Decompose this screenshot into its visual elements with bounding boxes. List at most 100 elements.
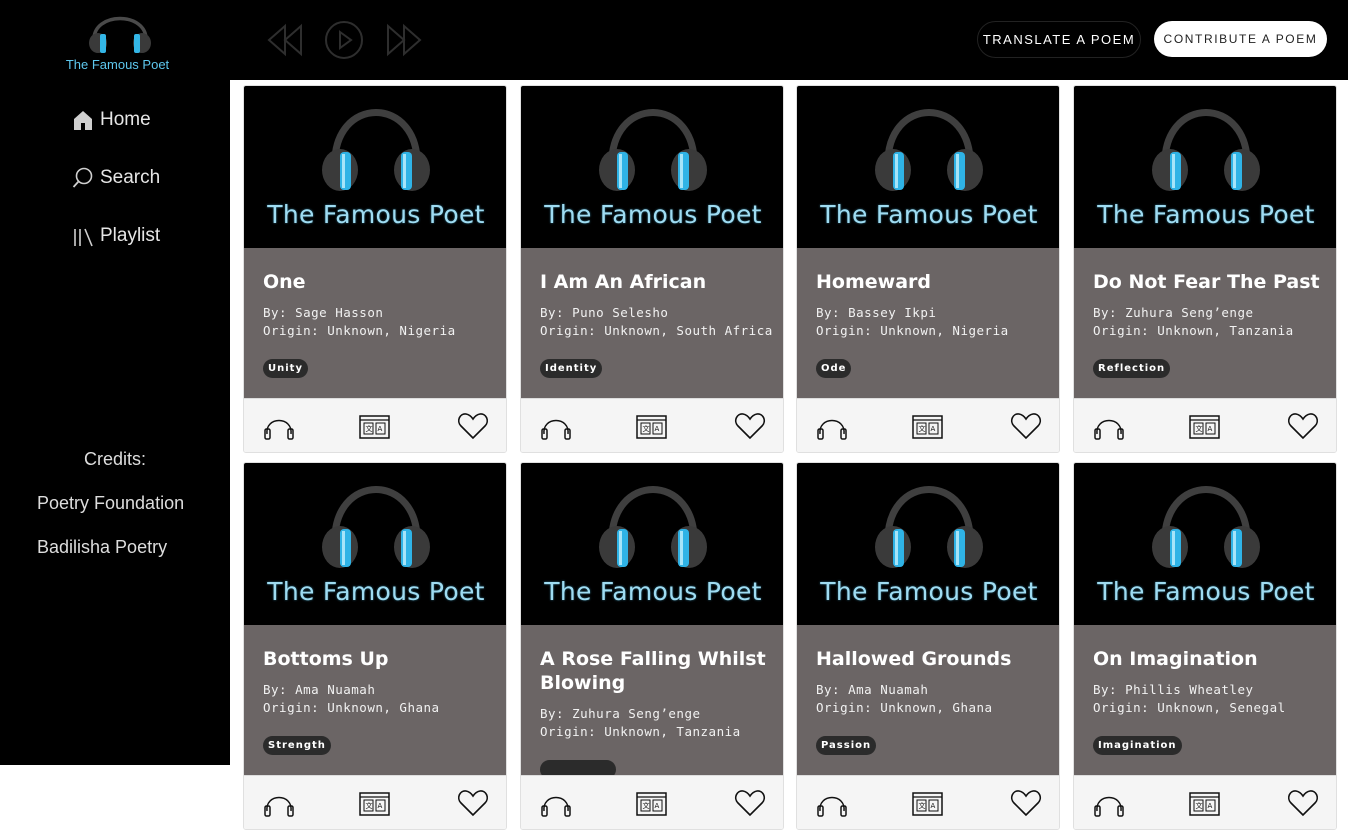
- translate-icon[interactable]: 文 A: [359, 792, 390, 816]
- translate-icon[interactable]: 文 A: [359, 415, 390, 439]
- headphones-cover-icon: [322, 486, 430, 568]
- poem-card[interactable]: The Famous Poet Hallowed Grounds By: Ama…: [796, 462, 1060, 830]
- listen-headphones-icon[interactable]: [263, 414, 295, 440]
- headphones-cover-icon: [875, 486, 983, 568]
- poem-card[interactable]: The Famous Poet I Am An African By: Puno…: [520, 85, 784, 453]
- sidebar: The Famous Poet Home Search Playlist Cre…: [0, 0, 230, 765]
- poem-tag[interactable]: Passion: [816, 736, 877, 755]
- favorite-heart-icon[interactable]: [1010, 789, 1042, 817]
- svg-text:A: A: [1208, 802, 1213, 810]
- poem-card[interactable]: The Famous Poet Do Not Fear The Past By:…: [1073, 85, 1337, 453]
- poem-card[interactable]: The Famous Poet A Rose Falling Whilst Bl…: [520, 462, 784, 830]
- listen-headphones-icon[interactable]: [263, 791, 295, 817]
- translate-icon[interactable]: 文 A: [912, 415, 943, 439]
- app-logo[interactable]: The Famous Poet: [0, 0, 230, 80]
- cover-text: The Famous Poet: [267, 200, 485, 229]
- poem-tag[interactable]: Imagination: [1093, 736, 1182, 755]
- headphones-logo-icon: [89, 16, 151, 53]
- translate-icon[interactable]: 文 A: [1189, 415, 1220, 439]
- headphones-cover-icon: [599, 109, 707, 191]
- poem-tag[interactable]: Reflection: [1093, 359, 1171, 378]
- poem-origin: Origin: Unknown, Tanzania: [1093, 323, 1294, 338]
- headphones-cover-icon: [1152, 486, 1260, 568]
- svg-text:文: 文: [1196, 424, 1203, 433]
- poem-info: Do Not Fear The Past By: Zuhura Seng’eng…: [1074, 248, 1336, 398]
- sidebar-item-label: Home: [100, 109, 151, 130]
- svg-text:A: A: [655, 425, 660, 433]
- listen-headphones-icon[interactable]: [540, 414, 572, 440]
- poem-tag[interactable]: Unity: [263, 359, 308, 378]
- poem-actions: 文 A: [244, 398, 506, 452]
- cover-text: The Famous Poet: [267, 577, 485, 606]
- poem-title[interactable]: On Imagination: [1093, 647, 1323, 671]
- listen-headphones-icon[interactable]: [816, 414, 848, 440]
- poem-title[interactable]: I Am An African: [540, 270, 770, 294]
- poem-origin: Origin: Unknown, Nigeria: [263, 323, 456, 338]
- poem-info: I Am An African By: Puno Selesho Origin:…: [521, 248, 783, 398]
- contribute-poem-button[interactable]: CONTRIBUTE A POEM: [1154, 21, 1327, 57]
- poem-tag[interactable]: Ode: [816, 359, 852, 378]
- poem-actions: 文 A: [521, 398, 783, 452]
- poem-title[interactable]: Homeward: [816, 270, 1046, 294]
- translate-icon[interactable]: 文 A: [636, 415, 667, 439]
- rewind-icon[interactable]: [265, 22, 305, 58]
- poem-info: Hallowed Grounds By: Ama Nuamah Origin: …: [797, 625, 1059, 775]
- poem-cover: The Famous Poet: [797, 463, 1059, 625]
- poem-card[interactable]: The Famous Poet Homeward By: Bassey Ikpi…: [796, 85, 1060, 453]
- listen-headphones-icon[interactable]: [540, 791, 572, 817]
- poem-origin: Origin: Unknown, Nigeria: [816, 323, 1009, 338]
- poem-cover: The Famous Poet: [244, 86, 506, 248]
- favorite-heart-icon[interactable]: [457, 789, 489, 817]
- favorite-heart-icon[interactable]: [1287, 789, 1319, 817]
- translate-icon[interactable]: 文 A: [912, 792, 943, 816]
- sidebar-item-label: Playlist: [100, 225, 161, 246]
- headphones-cover-icon: [875, 109, 983, 191]
- poem-title[interactable]: A Rose Falling Whilst Blowing: [540, 647, 770, 695]
- svg-text:A: A: [1208, 425, 1213, 433]
- translate-icon[interactable]: 文 A: [636, 792, 667, 816]
- listen-headphones-icon[interactable]: [816, 791, 848, 817]
- favorite-heart-icon[interactable]: [457, 412, 489, 440]
- poem-title[interactable]: One: [263, 270, 493, 294]
- translate-poem-button[interactable]: TRANSLATE A POEM: [977, 21, 1141, 58]
- poem-info: A Rose Falling Whilst Blowing By: Zuhura…: [521, 625, 783, 779]
- sidebar-item-search[interactable]: Search: [72, 163, 160, 193]
- fast-forward-icon[interactable]: [384, 22, 424, 58]
- credit-link-poetry-foundation[interactable]: Poetry Foundation: [37, 493, 184, 514]
- translate-icon[interactable]: 文 A: [1189, 792, 1220, 816]
- poem-origin: Origin: Unknown, Ghana: [263, 700, 440, 715]
- poem-card[interactable]: The Famous Poet One By: Sage Hasson Orig…: [243, 85, 507, 453]
- poem-info: One By: Sage Hasson Origin: Unknown, Nig…: [244, 248, 506, 398]
- poem-card[interactable]: The Famous Poet On Imagination By: Phill…: [1073, 462, 1337, 830]
- svg-text:A: A: [655, 802, 660, 810]
- poem-card[interactable]: The Famous Poet Bottoms Up By: Ama Nuama…: [243, 462, 507, 830]
- svg-text:A: A: [378, 802, 383, 810]
- svg-text:文: 文: [919, 801, 926, 810]
- favorite-heart-icon[interactable]: [734, 789, 766, 817]
- sidebar-item-home[interactable]: Home: [72, 105, 151, 135]
- poem-info: Homeward By: Bassey Ikpi Origin: Unknown…: [797, 248, 1059, 398]
- play-icon[interactable]: [324, 20, 364, 60]
- playlist-icon: [74, 228, 93, 247]
- poem-tag[interactable]: Strength: [263, 736, 331, 755]
- poem-origin: Origin: Unknown, Ghana: [816, 700, 993, 715]
- poem-actions: 文 A: [244, 775, 506, 829]
- sidebar-item-playlist[interactable]: Playlist: [72, 221, 160, 251]
- poem-author: By: Sage Hasson: [263, 305, 384, 320]
- favorite-heart-icon[interactable]: [734, 412, 766, 440]
- listen-headphones-icon[interactable]: [1093, 414, 1125, 440]
- poem-actions: 文 A: [521, 775, 783, 829]
- poem-author: By: Puno Selesho: [540, 305, 669, 320]
- poem-title[interactable]: Bottoms Up: [263, 647, 493, 671]
- poem-author: By: Phillis Wheatley: [1093, 682, 1254, 697]
- credit-link-badilisha[interactable]: Badilisha Poetry: [37, 537, 167, 558]
- cover-text: The Famous Poet: [1097, 577, 1315, 606]
- poem-tag[interactable]: Identity: [540, 359, 603, 378]
- favorite-heart-icon[interactable]: [1010, 412, 1042, 440]
- poem-title[interactable]: Do Not Fear The Past: [1093, 270, 1323, 294]
- favorite-heart-icon[interactable]: [1287, 412, 1319, 440]
- poem-author: By: Ama Nuamah: [263, 682, 376, 697]
- listen-headphones-icon[interactable]: [1093, 791, 1125, 817]
- logo-text: The Famous Poet: [65, 57, 170, 72]
- poem-title[interactable]: Hallowed Grounds: [816, 647, 1046, 671]
